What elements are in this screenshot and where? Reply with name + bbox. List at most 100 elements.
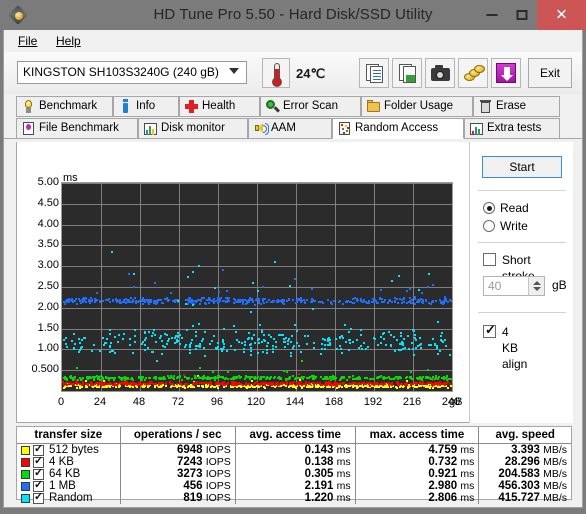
data-point [338, 386, 340, 389]
data-point [257, 339, 260, 342]
data-point [212, 370, 215, 373]
data-point [127, 298, 130, 301]
tab-disk-monitor[interactable]: Disk monitor [138, 118, 248, 139]
data-point [347, 300, 350, 302]
data-point [265, 376, 268, 379]
transfer-size-cell[interactable]: 1 MB [17, 478, 121, 492]
data-point [251, 338, 254, 340]
close-button[interactable]: ✕ [537, 0, 586, 30]
data-point [383, 337, 386, 340]
tab-benchmark[interactable]: Benchmark [16, 96, 113, 117]
data-point [240, 376, 243, 379]
tab-random-access[interactable]: Random Access [332, 118, 464, 139]
data-point [143, 383, 146, 386]
x-axis-tick-label: 24 [93, 396, 107, 408]
exit-button[interactable]: Exit [528, 58, 572, 88]
data-point [338, 336, 341, 339]
data-point [350, 300, 353, 303]
data-point [264, 386, 267, 389]
data-point [166, 299, 169, 302]
data-point [167, 338, 170, 341]
tab-aam[interactable]: AAM [248, 118, 332, 139]
data-point [405, 384, 408, 387]
copy-image-button[interactable] [392, 58, 422, 88]
tab-erase[interactable]: Erase [473, 96, 560, 117]
data-point [269, 376, 272, 379]
menu-help[interactable]: Help [50, 33, 87, 49]
menu-file[interactable]: File [12, 33, 43, 49]
data-point [252, 385, 255, 388]
data-point [214, 286, 217, 289]
table-row[interactable]: 512 bytes 6948 IOPS0.143 ms4.759 ms 3.393 … [17, 442, 571, 456]
tab-error-scan[interactable]: Error Scan [260, 96, 361, 117]
data-point [263, 381, 266, 384]
data-point [148, 376, 151, 379]
maximize-button[interactable] [507, 0, 537, 30]
max-access-time-cell: 4.759 ms [355, 443, 480, 456]
data-point [340, 377, 343, 380]
transfer-size-cell[interactable]: 512 bytes [17, 442, 121, 456]
data-point [204, 302, 207, 305]
data-point [217, 345, 220, 348]
tab-health[interactable]: Health [179, 96, 260, 117]
data-point [376, 344, 379, 346]
grid-line-y [62, 307, 452, 309]
data-point [302, 298, 305, 301]
data-point [304, 383, 307, 386]
data-point [205, 377, 208, 380]
tab-info[interactable]: Info [113, 96, 179, 117]
x-axis-tick-label: 96 [210, 396, 224, 408]
data-point [73, 383, 76, 386]
data-point [437, 376, 440, 379]
series-checkbox[interactable] [33, 490, 44, 504]
data-point [156, 360, 159, 363]
data-point [103, 384, 105, 387]
table-row[interactable]: Random 819 IOPS1.220 ms2.806 ms 415.727 MB… [17, 490, 571, 504]
download-button[interactable] [491, 58, 521, 88]
grid-line-x [452, 183, 453, 391]
data-point [248, 378, 251, 381]
data-point [131, 383, 134, 386]
thermometer-icon [262, 58, 290, 88]
tab-file-benchmark[interactable]: File Benchmark [16, 118, 138, 139]
data-point [448, 382, 451, 385]
data-point [153, 386, 156, 389]
data-point [183, 346, 186, 349]
tab-extra-tests[interactable]: Extra tests [464, 118, 560, 139]
data-point [254, 375, 257, 378]
short-stroke-stepper[interactable] [528, 277, 544, 295]
data-point [430, 344, 433, 346]
data-point [104, 298, 107, 301]
tab-folder-usage[interactable]: Folder Usage [361, 96, 473, 117]
data-point [266, 349, 269, 352]
data-point [422, 375, 425, 378]
copy-text-button[interactable] [359, 58, 389, 88]
transfer-size-cell[interactable]: 64 KB [17, 466, 121, 480]
data-point [65, 381, 68, 384]
donate-button[interactable] [458, 58, 488, 88]
transfer-size-cell[interactable]: Random [17, 490, 121, 504]
data-point [324, 347, 326, 350]
data-point [280, 377, 282, 380]
table-row[interactable]: 4 KB 7243 IOPS0.138 ms0.732 ms 28.296 MB/s [17, 454, 571, 468]
minimize-button[interactable] [477, 0, 507, 30]
data-point [334, 382, 337, 385]
hd-tune-window: HD Tune Pro 5.50 - Hard Disk/SSD Utility… [0, 0, 586, 514]
drive-select[interactable]: KINGSTON SH103S3240G (240 gB) [17, 61, 247, 84]
data-point [223, 327, 226, 330]
start-button[interactable]: Start [482, 156, 562, 178]
data-point [320, 347, 323, 350]
x-axis-tick-label: 0 [57, 396, 65, 408]
data-point [389, 378, 392, 381]
transfer-size-cell[interactable]: 4 KB [17, 454, 121, 468]
data-point [254, 342, 257, 345]
data-point [144, 331, 147, 334]
data-point [145, 337, 148, 340]
screenshot-button[interactable] [425, 58, 455, 88]
data-point [262, 301, 265, 304]
table-row[interactable]: 1 MB 456 IOPS2.191 ms2.980 ms 456.303 MB/s [17, 478, 571, 492]
table-row[interactable]: 64 KB 3273 IOPS0.305 ms0.921 ms 204.583 MB… [17, 466, 571, 480]
short-stroke-input[interactable]: 40 [483, 276, 545, 296]
data-point [359, 300, 362, 303]
data-point [199, 345, 201, 348]
